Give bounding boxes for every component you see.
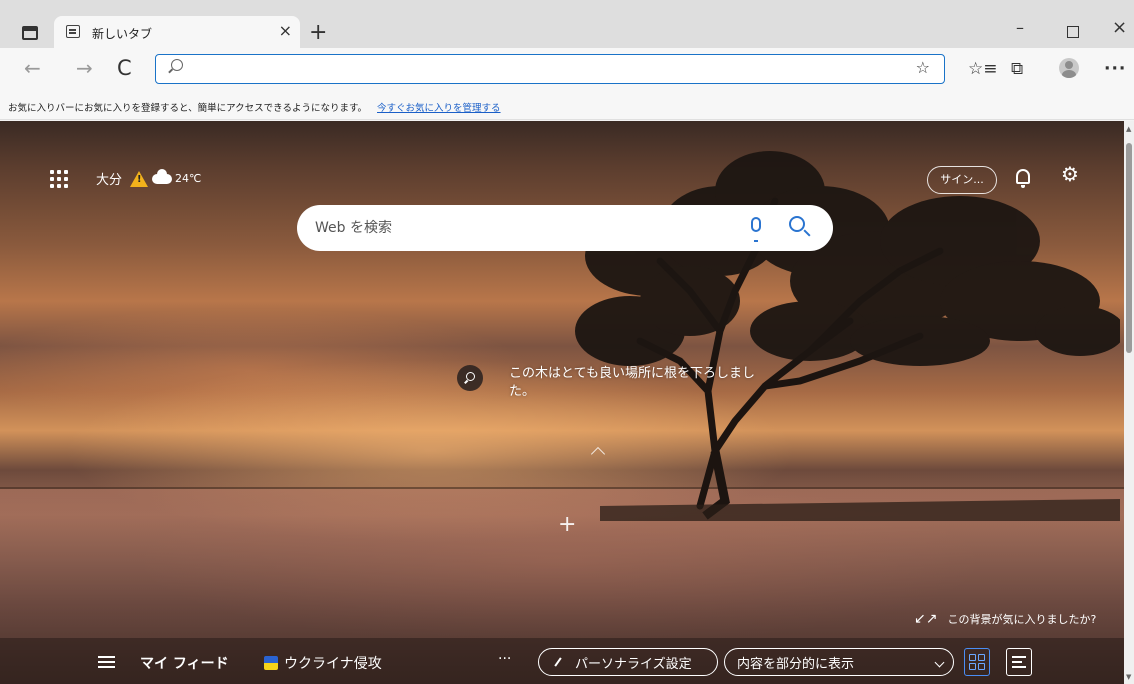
address-search-icon xyxy=(171,59,183,71)
favorites-bar-message: お気に入りバーにお気に入りを登録すると、簡単にアクセスできるようになります。 xyxy=(8,103,368,114)
apps-grid-dot xyxy=(50,176,54,181)
pencil-icon xyxy=(554,657,562,667)
ukraine-flag-icon xyxy=(264,656,278,670)
maximize-button[interactable] xyxy=(1067,26,1079,38)
list-line-icon xyxy=(1012,656,1026,658)
my-feed-tab[interactable]: マイ フィード xyxy=(140,653,229,673)
like-background-prompt[interactable]: ↙↗ この背景が気に入りましたか? xyxy=(914,611,1096,627)
tab-new-tab[interactable]: 新しいタブ × xyxy=(54,16,300,48)
scroll-down-icon[interactable]: ▼ xyxy=(1126,674,1131,681)
apps-grid-dot xyxy=(64,183,68,188)
like-background-text[interactable]: この背景が気に入りましたか? xyxy=(947,611,1096,627)
notifications-bell-icon[interactable] xyxy=(1016,169,1030,188)
grid-layout-button[interactable] xyxy=(964,648,990,676)
back-arrow-icon[interactable]: ← xyxy=(24,58,41,78)
feed-more-icon[interactable]: ··· xyxy=(498,651,511,667)
tab-close-icon[interactable]: × xyxy=(279,22,292,40)
search-icon[interactable] xyxy=(789,216,805,232)
apps-grid-dot xyxy=(57,176,61,181)
manage-favorites-link[interactable]: 今すぐお気に入りを管理する xyxy=(377,103,501,114)
refresh-icon[interactable]: C xyxy=(117,58,132,79)
ukraine-topic-label: ウクライナ侵攻 xyxy=(284,656,382,672)
apps-grid-dot xyxy=(50,183,54,188)
close-window-button[interactable]: × xyxy=(1112,19,1127,37)
add-shortcut-plus-icon[interactable]: + xyxy=(558,514,576,536)
chevron-down-icon xyxy=(934,657,945,668)
weather-alert-icon[interactable] xyxy=(130,170,149,187)
image-caption-text[interactable]: この木はとても良い場所に根を下ろしました。 xyxy=(509,365,769,401)
favorites-bar: お気に入りバーにお気に入りを登録すると、簡単にアクセスできるようになります。 今す… xyxy=(0,94,1134,120)
apps-grid-dot xyxy=(57,183,61,188)
apps-grid-dot xyxy=(57,169,61,174)
new-tab-button[interactable]: + xyxy=(309,22,327,44)
grid-cell-icon xyxy=(969,663,976,670)
menu-hamburger-icon[interactable] xyxy=(98,656,115,668)
weather-temperature[interactable]: 24℃ xyxy=(175,172,201,185)
microphone-icon[interactable] xyxy=(751,217,761,242)
page-scrollbar[interactable]: ▲ ▼ xyxy=(1124,121,1134,684)
grid-cell-icon xyxy=(978,654,985,661)
profile-avatar-icon[interactable] xyxy=(1059,58,1079,78)
weather-city[interactable]: 大分 xyxy=(96,169,122,188)
grid-cell-icon xyxy=(969,654,976,661)
tab-title: 新しいタブ xyxy=(92,27,153,41)
more-options-icon[interactable]: ··· xyxy=(1104,60,1126,78)
new-tab-page: 大分 24℃ サイン... ⚙ この木はとても良い場所に根を下ろしました。 + … xyxy=(0,121,1124,684)
background-tree-image xyxy=(575,151,1120,521)
settings-gear-icon[interactable]: ⚙ xyxy=(1061,164,1079,184)
tab-strip: 新しいタブ × + – × xyxy=(0,0,1134,48)
list-line-icon xyxy=(1012,666,1026,668)
add-favorite-star-icon[interactable]: ☆ xyxy=(916,58,930,77)
expand-arrows-icon: ↙↗ xyxy=(914,611,938,627)
list-line-icon xyxy=(1012,661,1022,663)
personalize-button[interactable]: パーソナライズ設定 xyxy=(538,648,718,676)
ukraine-topic-tab[interactable]: ウクライナ侵攻 xyxy=(264,653,382,673)
tab-actions-icon[interactable] xyxy=(22,26,38,40)
list-layout-button[interactable] xyxy=(1006,648,1032,676)
new-tab-favicon-icon xyxy=(66,25,80,38)
address-input[interactable] xyxy=(194,59,894,79)
personalize-label: パーソナライズ設定 xyxy=(575,656,692,672)
feed-bar: マイ フィード ウクライナ侵攻 ··· パーソナライズ設定 内容を部分的に表示 xyxy=(0,638,1124,684)
favorites-bar-row: お気に入りバーにお気に入りを登録すると、簡単にアクセスできるようになります。 今す… xyxy=(8,100,501,114)
favorites-icon[interactable]: ☆≡ xyxy=(968,60,997,78)
content-display-dropdown[interactable]: 内容を部分的に表示 xyxy=(724,648,954,676)
navigation-toolbar: ← → C ☆ ☆≡ ⧉ ··· xyxy=(0,48,1134,94)
address-bar[interactable]: ☆ xyxy=(155,54,945,84)
apps-grid-dot xyxy=(50,169,54,174)
grid-cell-icon xyxy=(978,663,985,670)
image-caption[interactable]: この木はとても良い場所に根を下ろしました。 xyxy=(457,365,769,401)
apps-grid-dot xyxy=(64,176,68,181)
minimize-button[interactable]: – xyxy=(1016,20,1024,36)
apps-grid-dot xyxy=(64,169,68,174)
apps-grid-icon[interactable] xyxy=(50,169,68,188)
cloud-icon xyxy=(152,168,173,184)
sign-in-button[interactable]: サイン... xyxy=(927,166,997,194)
image-search-icon[interactable] xyxy=(457,365,483,391)
scroll-up-icon[interactable]: ▲ xyxy=(1126,126,1131,133)
web-search-box[interactable] xyxy=(297,205,833,251)
content-display-value: 内容を部分的に表示 xyxy=(737,656,855,672)
scroll-thumb[interactable] xyxy=(1126,143,1132,353)
forward-arrow-icon[interactable]: → xyxy=(76,58,93,78)
weather-widget[interactable]: 大分 24℃ xyxy=(50,168,201,188)
collections-icon[interactable]: ⧉ xyxy=(1011,60,1023,78)
web-search-input[interactable] xyxy=(313,217,713,239)
